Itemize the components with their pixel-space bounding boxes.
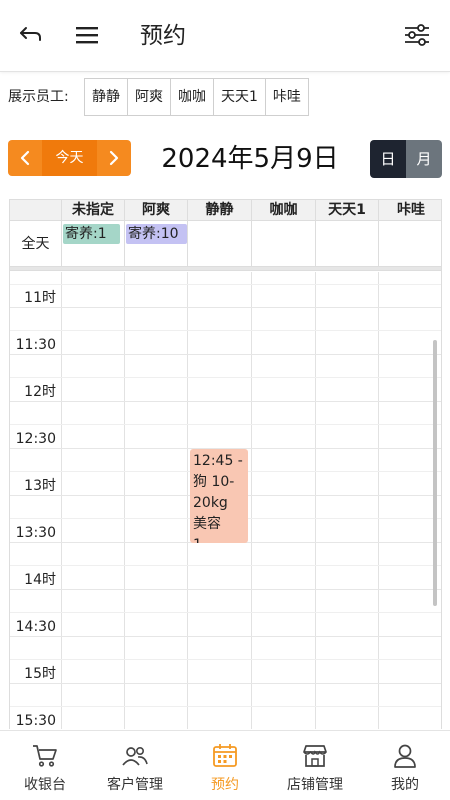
time-label: 11时	[24, 290, 56, 306]
time-label: 15:30	[15, 713, 56, 729]
tab-label: 预约	[211, 777, 239, 793]
time-grid[interactable]: 11时 11:30 12时 12:30 13时 13:30 14时 14:30 …	[10, 272, 441, 729]
calendar-header: 未指定 阿爽 静静 咖咖 天天1 咔哇	[10, 199, 441, 221]
grid-line	[10, 424, 441, 425]
grid-line	[10, 377, 441, 378]
grid-line	[61, 272, 62, 729]
all-day-cell[interactable]	[378, 221, 441, 267]
time-label: 14时	[24, 572, 56, 588]
calendar-icon	[211, 742, 239, 770]
grid-line	[10, 401, 441, 402]
day-view-button[interactable]: 日	[370, 140, 406, 178]
top-bar: 预约	[0, 0, 450, 72]
staff-chip[interactable]: 阿爽	[128, 79, 171, 115]
column-header: 阿爽	[124, 200, 187, 221]
menu-button[interactable]	[70, 20, 104, 50]
user-icon	[391, 742, 419, 770]
grid-line	[10, 636, 441, 637]
next-day-button[interactable]	[97, 140, 131, 176]
time-label: 13:30	[15, 525, 56, 541]
hamburger-icon	[76, 27, 98, 44]
view-toggle: 日 月	[370, 140, 442, 178]
grid-line	[10, 612, 441, 613]
all-day-row: 全天 寄养:1 寄养:10	[10, 221, 441, 267]
tab-label: 我的	[391, 777, 419, 793]
all-day-event[interactable]: 寄养:1	[63, 224, 120, 244]
event-line: 1	[193, 535, 245, 543]
month-view-button[interactable]: 月	[406, 140, 442, 178]
filter-button[interactable]	[402, 20, 432, 50]
time-label: 12时	[24, 384, 56, 400]
column-header: 静静	[187, 200, 251, 221]
chevron-right-icon	[109, 150, 119, 166]
calendar: 未指定 阿爽 静静 咖咖 天天1 咔哇 全天 寄养:1 寄养:10 11时 11…	[9, 199, 442, 729]
today-button[interactable]: 今天	[42, 140, 97, 176]
tab-label: 店铺管理	[287, 777, 343, 793]
tab-label: 收银台	[24, 777, 66, 793]
column-header: 天天1	[315, 200, 378, 221]
grid-line	[10, 589, 441, 590]
event-line: 狗 10-	[193, 474, 235, 490]
all-day-event[interactable]: 寄养:10	[126, 224, 187, 244]
tab-customers[interactable]: 客户管理	[90, 731, 180, 800]
grid-line	[10, 706, 441, 707]
tab-profile[interactable]: 我的	[360, 731, 450, 800]
page-title: 预约	[140, 23, 186, 49]
staff-chip-group: 静静 阿爽 咖咖 天天1 咔哇	[84, 78, 309, 116]
event-line: 20kg	[193, 495, 228, 511]
sliders-icon	[405, 24, 429, 46]
chevron-left-icon	[20, 150, 30, 166]
grid-line	[187, 272, 188, 729]
time-label: 11:30	[15, 337, 56, 353]
column-header: 未指定	[61, 200, 124, 221]
tab-appointments[interactable]: 预约	[180, 731, 270, 800]
date-nav-group: 今天	[8, 140, 131, 176]
back-arrow-icon	[20, 27, 41, 41]
all-day-cell[interactable]	[315, 221, 378, 267]
grid-line	[124, 272, 125, 729]
store-icon	[301, 742, 329, 770]
cart-icon	[31, 742, 59, 770]
current-date: 2024年5月9日	[161, 144, 339, 174]
event-line: 12:45 -	[193, 453, 243, 469]
time-label: 14:30	[15, 619, 56, 635]
grid-line	[10, 284, 441, 285]
tab-cashier[interactable]: 收银台	[0, 731, 90, 800]
grid-line	[10, 683, 441, 684]
all-day-cell[interactable]	[251, 221, 315, 267]
scrollbar[interactable]	[433, 340, 437, 606]
all-day-divider	[10, 267, 441, 271]
appointment-event[interactable]: 12:45 - 狗 10- 20kg 美容 1	[190, 449, 248, 543]
prev-day-button[interactable]	[8, 140, 42, 176]
tab-label: 客户管理	[107, 777, 163, 793]
all-day-cell[interactable]	[187, 221, 251, 267]
grid-line	[315, 272, 316, 729]
bottom-nav: 收银台 客户管理 预约 店铺管理 我的	[0, 730, 450, 800]
tab-store[interactable]: 店铺管理	[270, 731, 360, 800]
grid-line	[10, 354, 441, 355]
time-label: 12:30	[15, 431, 56, 447]
column-header: 咔哇	[378, 200, 441, 221]
all-day-label: 全天	[21, 236, 50, 252]
grid-line	[10, 307, 441, 308]
time-label: 13时	[24, 478, 56, 494]
staff-filter-row: 展示员工: 静静 阿爽 咖咖 天天1 咔哇	[0, 78, 450, 116]
grid-line	[10, 565, 441, 566]
staff-chip[interactable]: 咔哇	[265, 79, 308, 115]
users-icon	[121, 742, 149, 770]
grid-line	[10, 659, 441, 660]
event-line: 美容	[193, 516, 221, 532]
grid-line	[251, 272, 252, 729]
staff-label: 展示员工:	[8, 89, 69, 105]
time-label: 15时	[24, 666, 56, 682]
staff-chip[interactable]: 静静	[85, 79, 128, 115]
grid-line	[10, 330, 441, 331]
grid-line	[378, 272, 379, 729]
staff-chip[interactable]: 咖咖	[171, 79, 214, 115]
back-button[interactable]	[14, 20, 48, 50]
staff-chip[interactable]: 天天1	[214, 79, 266, 115]
column-header: 咖咖	[251, 200, 315, 221]
